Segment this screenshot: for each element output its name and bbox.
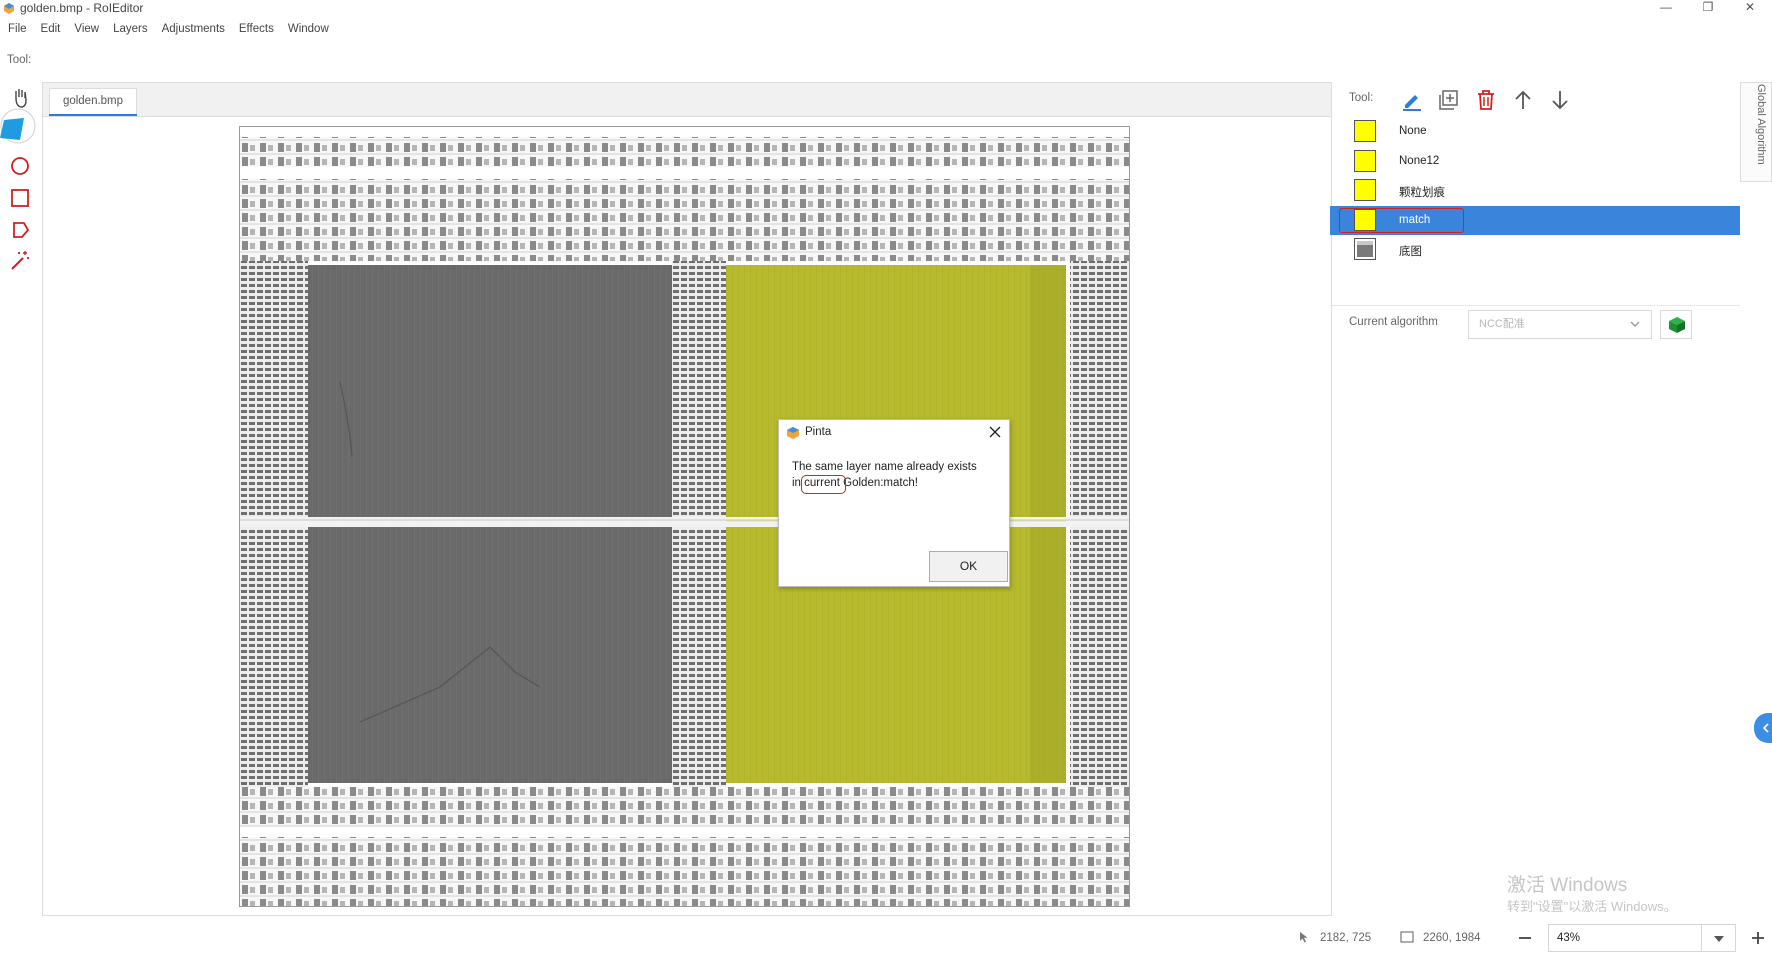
magic-wand-icon[interactable] — [8, 248, 32, 272]
menu-file[interactable]: File — [0, 20, 34, 38]
menu-window[interactable]: Window — [281, 20, 336, 38]
menu-adjustments[interactable]: Adjustments — [155, 20, 232, 38]
chevron-down-icon — [1714, 936, 1724, 942]
document-tab[interactable]: golden.bmp — [49, 88, 137, 116]
panel-divider — [1330, 305, 1740, 306]
chevron-left-icon — [1762, 723, 1769, 733]
image-size: 2260, 1984 — [1423, 932, 1481, 944]
status-bar — [0, 918, 1772, 956]
highlight-mark — [801, 475, 846, 494]
current-algorithm-label: Current algorithm — [1349, 316, 1438, 328]
document-tab-strip — [42, 82, 1332, 116]
pinta-icon — [787, 427, 799, 439]
layer-name: 底图 — [1399, 246, 1422, 258]
layer-row-none12[interactable]: None12 — [1330, 147, 1740, 176]
cursor-position: 2182, 725 — [1320, 932, 1372, 944]
restore-button[interactable]: ❐ — [1690, 0, 1726, 16]
dialog-message-suffix: Golden:match! — [839, 477, 918, 489]
zoom-in-icon[interactable] — [1748, 928, 1768, 948]
toolbar-tool-label: Tool: — [7, 54, 32, 66]
image-size-icon — [1400, 931, 1414, 943]
layer-color-swatch — [1354, 120, 1376, 142]
layer-row-base[interactable]: 底图 — [1330, 235, 1740, 264]
layer-row-scratch[interactable]: 颗粒划痕 — [1330, 176, 1740, 205]
zoom-input[interactable]: 43% — [1548, 924, 1702, 952]
move-layer-down-icon[interactable] — [1548, 88, 1572, 112]
layer-name: None — [1399, 125, 1427, 137]
zoom-out-icon[interactable] — [1515, 928, 1535, 948]
menu-effects[interactable]: Effects — [232, 20, 281, 38]
collapse-panel-button[interactable] — [1754, 713, 1772, 743]
menu-view[interactable]: View — [67, 20, 106, 38]
panel-tool-label: Tool: — [1349, 92, 1374, 104]
delete-layer-icon[interactable] — [1474, 88, 1498, 112]
add-layer-icon[interactable] — [1437, 88, 1461, 112]
minimize-button[interactable]: — — [1648, 0, 1684, 16]
pan-hand-icon[interactable] — [8, 86, 32, 110]
activation-watermark-title: 激活 Windows — [1507, 875, 1628, 896]
app-icon — [4, 3, 14, 14]
layer-color-swatch — [1354, 150, 1376, 172]
rectangle-roi-icon[interactable] — [8, 186, 32, 210]
select-layer-icon[interactable] — [0, 108, 36, 144]
cube-icon — [1669, 317, 1685, 333]
global-algorithm-label: Global Algorithm — [1755, 84, 1767, 165]
ellipse-roi-icon[interactable] — [8, 154, 32, 178]
algorithm-select[interactable]: NCC配准 — [1468, 310, 1652, 339]
dialog-title: Pinta — [805, 426, 832, 438]
layer-row-none[interactable]: None — [1330, 117, 1740, 146]
dialog-close-icon[interactable] — [986, 423, 1004, 441]
chevron-down-icon — [1630, 321, 1640, 327]
edit-layer-icon[interactable] — [1400, 88, 1424, 112]
menu-bar: File Edit View Layers Adjustments Effect… — [0, 20, 336, 38]
polygon-roi-icon[interactable] — [8, 218, 32, 242]
window-title: golden.bmp - RoIEditor — [20, 1, 144, 15]
cursor-position-icon — [1300, 932, 1308, 943]
toolbar: Tool: — [0, 42, 1772, 113]
layer-row-match[interactable]: match — [1330, 206, 1740, 235]
menu-layers[interactable]: Layers — [106, 20, 155, 38]
activation-watermark-subtitle: 转到"设置"以激活 Windows。 — [1507, 899, 1677, 914]
zoom-dropdown-button[interactable] — [1702, 924, 1736, 952]
base-image-thumbnail — [1354, 238, 1376, 260]
dialog-message-line1: The same layer name already exists — [792, 461, 977, 473]
ok-button[interactable]: OK — [929, 551, 1008, 582]
title-bar: golden.bmp - RoIEditor — ❐ ✕ — [0, 0, 1772, 18]
move-layer-up-icon[interactable] — [1511, 88, 1535, 112]
layer-color-swatch — [1354, 179, 1376, 201]
close-window-button[interactable]: ✕ — [1732, 0, 1768, 16]
run-algorithm-button[interactable] — [1660, 310, 1692, 339]
layer-name: None12 — [1399, 155, 1440, 167]
menu-edit[interactable]: Edit — [34, 20, 68, 38]
highlight-mark — [1339, 208, 1464, 233]
layer-name: 颗粒划痕 — [1399, 187, 1445, 199]
